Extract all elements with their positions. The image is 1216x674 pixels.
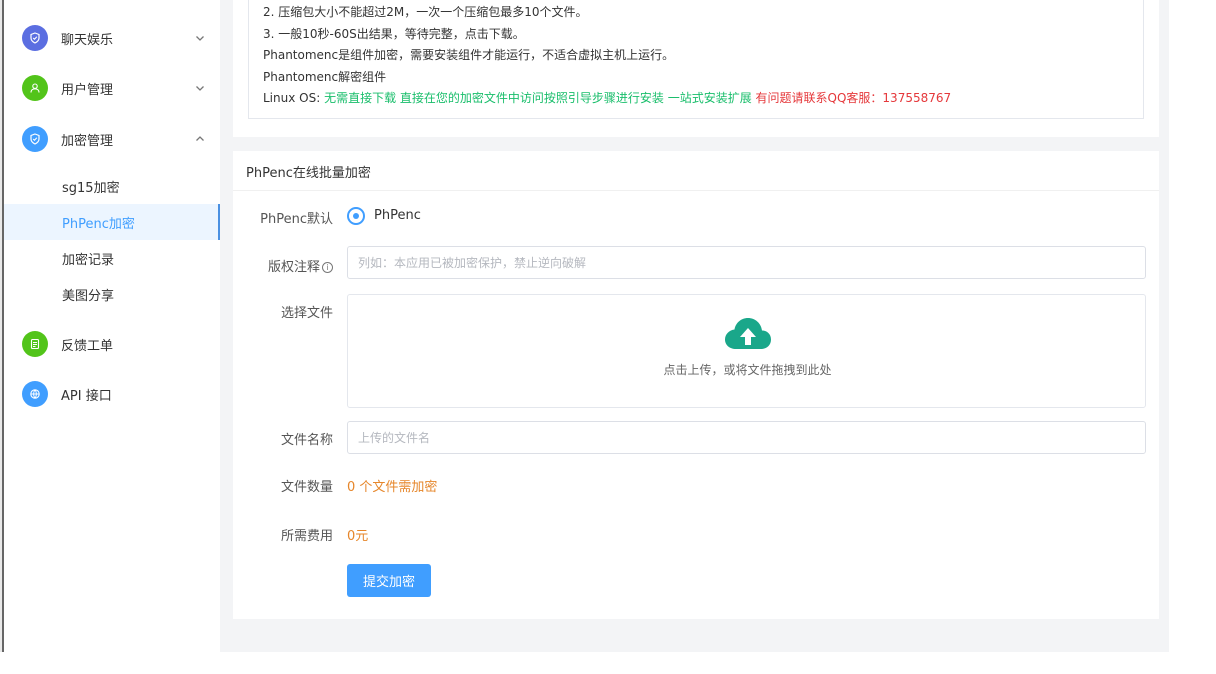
card-title: PhPenc在线批量加密 (246, 166, 371, 181)
encrypt-form-card: PhPenc在线批量加密 PhPenc默认 PhPenc 版权注释i 选择文件 … (233, 151, 1159, 619)
info-icon[interactable]: i (322, 262, 333, 273)
fee-label: 所需费用 (280, 529, 333, 544)
notice-line: 2. 压缩包大小不能超过2M，一次一个压缩包最多10个文件。 (263, 5, 588, 19)
sidebar-item-label: 用户管理 (61, 82, 114, 98)
submit-encrypt-button[interactable]: 提交加密 (347, 564, 431, 597)
sidebar-subitem-phpenc[interactable]: PhPenc加密 (4, 204, 220, 240)
sidebar: 聊天娱乐 用户管理 加密管理 sg15加密 PhPenc加密 加密记录 美图分享… (4, 0, 220, 652)
copyright-input-wrapper (347, 246, 1146, 279)
document-icon (22, 331, 48, 357)
sidebar-subitem-encryption-records[interactable]: 加密记录 (4, 240, 220, 276)
upload-hint: 点击上传，或将文件拖拽到此处 (663, 363, 832, 377)
linux-install-hint: 无需直接下载 直接在您的加密文件中访问按照引导步骤进行安装 一站式安装扩展 (324, 91, 752, 105)
sidebar-subitem-label: 美图分享 (62, 288, 115, 304)
sidebar-subitem-label: 加密记录 (62, 252, 115, 268)
divider (233, 190, 1159, 191)
select-file-label: 选择文件 (280, 306, 333, 321)
globe-icon (22, 381, 48, 407)
phpenc-radio[interactable] (347, 207, 365, 225)
chevron-up-icon (196, 136, 204, 141)
chevron-down-icon (196, 86, 204, 91)
sidebar-item-encryption-management[interactable]: 加密管理 (4, 119, 220, 159)
main-content: 2. 压缩包大小不能超过2M，一次一个压缩包最多10个文件。 3. 一般10秒-… (220, 0, 1169, 652)
fee-value: 0元 (347, 529, 369, 544)
sidebar-item-feedback-tickets[interactable]: 反馈工单 (4, 324, 220, 364)
file-count-value: 0 个文件需加密 (347, 480, 438, 495)
qq-support-contact: 有问题请联系QQ客服：137558767 (751, 91, 952, 105)
copyright-input[interactable] (348, 247, 1145, 278)
chevron-down-icon (196, 36, 204, 41)
notice-line: Phantomenc是组件加密，需要安装组件才能运行，不适合虚拟主机上运行。 (263, 48, 675, 62)
sidebar-item-chat-entertainment[interactable]: 聊天娱乐 (4, 18, 220, 58)
sidebar-subitem-label: sg15加密 (62, 180, 120, 196)
sidebar-item-label: 反馈工单 (61, 338, 114, 354)
shield-icon (22, 126, 48, 152)
phpenc-radio-label[interactable]: PhPenc (374, 208, 421, 223)
sidebar-item-label: 聊天娱乐 (61, 32, 114, 48)
notice-line: Phantomenc解密组件 (263, 69, 387, 84)
notice-line: 3. 一般10秒-60S出结果，等待完整，点击下载。 (263, 26, 525, 41)
sidebar-item-api[interactable]: API 接口 (4, 374, 220, 414)
filename-input[interactable] (348, 422, 1145, 453)
linux-os-label: Linux OS: (263, 91, 325, 105)
sidebar-subitem-label: PhPenc加密 (62, 216, 135, 232)
notice-linux-line: Linux OS: 无需直接下载 直接在您的加密文件中访问按照引导步骤进行安装 … (263, 88, 1129, 110)
sidebar-subitem-sg15[interactable]: sg15加密 (4, 168, 220, 204)
cloud-upload-icon (725, 318, 771, 349)
copyright-label: 版权注释 i (233, 256, 333, 275)
notice-box: 2. 压缩包大小不能超过2M，一次一个压缩包最多10个文件。 3. 一般10秒-… (248, 0, 1144, 119)
radio-dot (353, 213, 359, 219)
sidebar-item-label: API 接口 (61, 388, 112, 404)
upload-dropzone[interactable]: 点击上传，或将文件拖拽到此处 (347, 294, 1146, 408)
filename-input-wrapper (347, 421, 1146, 454)
copyright-label-text: 版权注释 (267, 260, 320, 275)
sidebar-item-label: 加密管理 (61, 133, 114, 149)
sidebar-item-user-management[interactable]: 用户管理 (4, 68, 220, 108)
file-count-label: 文件数量 (280, 480, 333, 495)
sidebar-subitem-image-share[interactable]: 美图分享 (4, 276, 220, 312)
shield-icon (22, 25, 48, 51)
default-mode-label: PhPenc默认 (260, 212, 333, 227)
notice-card: 2. 压缩包大小不能超过2M，一次一个压缩包最多10个文件。 3. 一般10秒-… (233, 0, 1159, 137)
filename-label: 文件名称 (280, 433, 333, 448)
user-icon (22, 75, 48, 101)
